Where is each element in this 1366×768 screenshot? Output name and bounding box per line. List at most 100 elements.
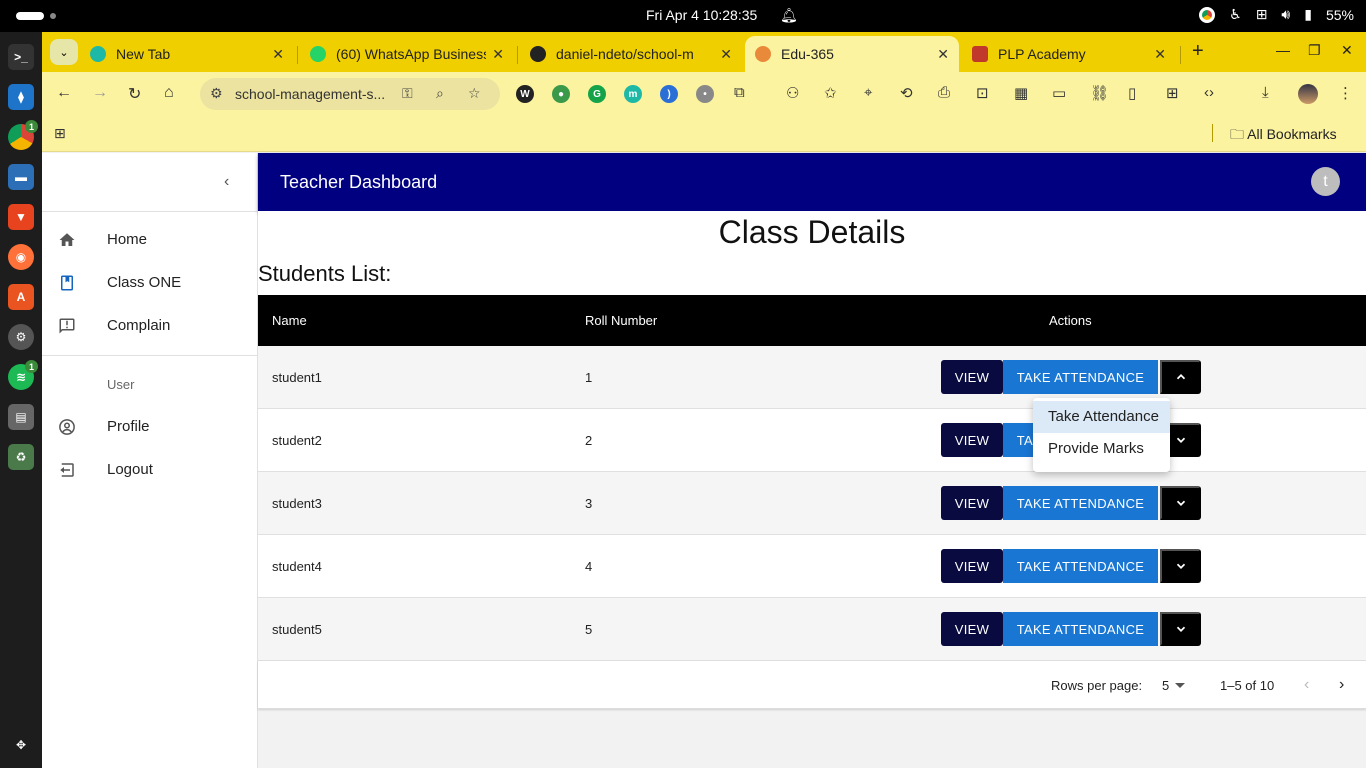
table-icon[interactable]: ⊞ xyxy=(1166,84,1179,102)
network-icon[interactable]: ⊞ xyxy=(1256,6,1268,23)
take-attendance-button[interactable]: TAKE ATTENDANCE xyxy=(1003,486,1158,520)
tab-new-tab[interactable]: New Tab ✕ xyxy=(80,36,294,72)
view-button[interactable]: VIEW xyxy=(941,423,1003,457)
download-icon[interactable]: ⤓ xyxy=(1262,84,1269,101)
chrome-tray-icon[interactable] xyxy=(1199,6,1216,23)
chevron-down-icon[interactable] xyxy=(1160,486,1201,520)
devices-icon[interactable]: ▯ xyxy=(1128,84,1136,102)
home-button-icon[interactable]: ⌂ xyxy=(164,84,174,102)
new-tab-plus-icon[interactable]: + xyxy=(1192,40,1204,63)
caret-down-icon[interactable] xyxy=(1175,683,1185,688)
tab-close-icon[interactable]: ✕ xyxy=(720,46,732,63)
system-tray[interactable]: ♿︎ ⊞ 🔊︎ ▮ 55% xyxy=(1199,6,1354,23)
code-icon[interactable]: ‹› xyxy=(1204,84,1214,101)
sidebar-item-class-one[interactable]: Class ONE xyxy=(42,262,258,305)
chevron-down-icon[interactable] xyxy=(1160,612,1201,646)
sidebar-item-logout[interactable]: Logout xyxy=(42,449,258,492)
extension-robot-icon[interactable]: ● xyxy=(552,85,570,103)
roll-number: 1 xyxy=(585,370,593,385)
address-bar[interactable]: ⚙ school-management-s... ⚿ ⌕ ☆ xyxy=(200,78,500,110)
reading-mode-icon[interactable]: ▭ xyxy=(1052,84,1066,102)
files-icon[interactable]: ▬ xyxy=(8,164,34,190)
location-icon[interactable]: ⌖ xyxy=(864,84,872,101)
tab-close-icon[interactable]: ✕ xyxy=(1154,46,1166,63)
site-info-icon[interactable]: ⚙ xyxy=(210,85,223,102)
kebab-menu-icon[interactable]: ⋮ xyxy=(1338,84,1353,102)
sidebar-item-complain[interactable]: Complain xyxy=(42,305,258,348)
favorites-icon[interactable]: ✩ xyxy=(824,84,837,102)
password-key-icon[interactable]: ⚿ xyxy=(402,85,413,102)
history-icon[interactable]: ⟲ xyxy=(900,84,913,102)
rows-per-page-select[interactable]: 5 xyxy=(1162,678,1169,693)
apps-grid-icon[interactable]: ⊞ xyxy=(54,125,66,142)
restore-icon[interactable]: ❐ xyxy=(1308,42,1321,59)
back-arrow-icon[interactable]: ← xyxy=(56,84,72,102)
volume-icon[interactable]: 🔊︎ xyxy=(1281,6,1290,23)
chevron-down-icon[interactable] xyxy=(1160,549,1201,583)
notification-bell-icon[interactable]: 🔔︎ xyxy=(780,7,798,24)
tab-close-icon[interactable]: ✕ xyxy=(937,46,949,63)
menu-item-provide-marks[interactable]: Provide Marks xyxy=(1033,433,1170,465)
tab-plp-academy[interactable]: PLP Academy ✕ xyxy=(962,36,1176,72)
all-bookmarks-button[interactable]: 🗀︎ All Bookmarks xyxy=(1230,124,1337,148)
sidebar-item-home[interactable]: Home xyxy=(42,219,258,262)
trash-icon[interactable]: ♻ xyxy=(8,444,34,470)
tab-whatsapp[interactable]: (60) WhatsApp Business ✕ xyxy=(300,36,514,72)
bookmark-star-icon[interactable]: ☆ xyxy=(468,85,481,102)
chevron-up-icon[interactable] xyxy=(1160,360,1201,394)
sidebar-item-profile[interactable]: Profile xyxy=(42,406,258,449)
take-attendance-button[interactable]: TAKE ATTENDANCE xyxy=(1003,549,1158,583)
show-apps-icon[interactable]: ✥ xyxy=(8,732,34,758)
pagination-range: 1–5 of 10 xyxy=(1220,678,1275,693)
spotify-icon[interactable]: ≋ 1 xyxy=(8,360,38,390)
take-attendance-button[interactable]: TAKE ATTENDANCE xyxy=(1003,360,1158,394)
collapse-chevron-left-icon[interactable]: ‹ xyxy=(224,173,229,191)
vscode-icon[interactable]: ⧫ xyxy=(8,84,34,110)
settings-icon[interactable]: ⚙ xyxy=(8,324,34,350)
chrome-icon[interactable]: 1 xyxy=(8,120,38,150)
tab-title: New Tab xyxy=(116,46,171,62)
activities-indicator[interactable] xyxy=(16,12,44,20)
tab-github[interactable]: daniel-ndeto/school-m ✕ xyxy=(520,36,742,72)
disk-icon[interactable]: ▤ xyxy=(8,404,34,430)
forward-arrow-icon[interactable]: → xyxy=(92,84,108,102)
app-center-icon[interactable]: A xyxy=(8,284,34,310)
extensions-puzzle-icon[interactable]: ⧉ xyxy=(734,84,745,101)
view-button[interactable]: VIEW xyxy=(941,612,1003,646)
roll-number: 3 xyxy=(585,496,593,511)
reload-icon[interactable]: ↻ xyxy=(128,84,141,104)
extension-wave-icon[interactable]: ) xyxy=(660,85,678,103)
view-button[interactable]: VIEW xyxy=(941,486,1003,520)
profile-avatar-icon[interactable] xyxy=(1298,84,1318,104)
battery-icon[interactable]: ▮ xyxy=(1304,6,1312,23)
app-header: Teacher Dashboard t xyxy=(258,153,1366,211)
view-button[interactable]: VIEW xyxy=(941,360,1003,394)
system-clock[interactable]: Fri Apr 4 10:28:35 xyxy=(646,7,757,23)
tab-search-chevron-icon[interactable]: ⌄ xyxy=(50,39,78,65)
tab-edu-365[interactable]: Edu-365 ✕ xyxy=(745,36,959,72)
window-close-icon[interactable]: ✕ xyxy=(1341,42,1353,59)
accessibility-icon[interactable]: ♿︎ xyxy=(1229,6,1242,23)
link-icon[interactable]: ⛓ xyxy=(1090,84,1109,102)
extension-w-icon[interactable]: W xyxy=(516,85,534,103)
firefox-icon[interactable]: ◉ xyxy=(8,244,34,270)
qr-code-icon[interactable]: ▦ xyxy=(1014,84,1028,102)
brave-icon[interactable]: ▼ xyxy=(8,204,34,230)
zoom-icon[interactable]: ⌕ xyxy=(436,85,444,102)
take-attendance-button[interactable]: TAKE ATTENDANCE xyxy=(1003,612,1158,646)
tab-close-icon[interactable]: ✕ xyxy=(492,46,504,63)
screenshot-icon[interactable]: ⊡ xyxy=(976,84,989,102)
extension-m-icon[interactable]: m xyxy=(624,85,642,103)
tab-close-icon[interactable]: ✕ xyxy=(272,46,284,63)
view-button[interactable]: VIEW xyxy=(941,549,1003,583)
previous-page-chevron-icon[interactable]: ‹ xyxy=(1304,676,1309,694)
next-page-chevron-icon[interactable]: › xyxy=(1339,676,1344,694)
menu-item-take-attendance[interactable]: Take Attendance xyxy=(1033,401,1170,433)
terminal-icon[interactable]: >_ xyxy=(8,44,34,70)
incognito-icon[interactable]: ⚇ xyxy=(786,84,799,102)
avatar[interactable]: t xyxy=(1311,167,1340,196)
grammarly-icon[interactable]: G xyxy=(588,85,606,103)
print-icon[interactable]: ⎙ xyxy=(938,84,950,101)
minimize-icon[interactable]: — xyxy=(1276,42,1290,58)
extension-bulb-icon[interactable]: • xyxy=(696,85,714,103)
